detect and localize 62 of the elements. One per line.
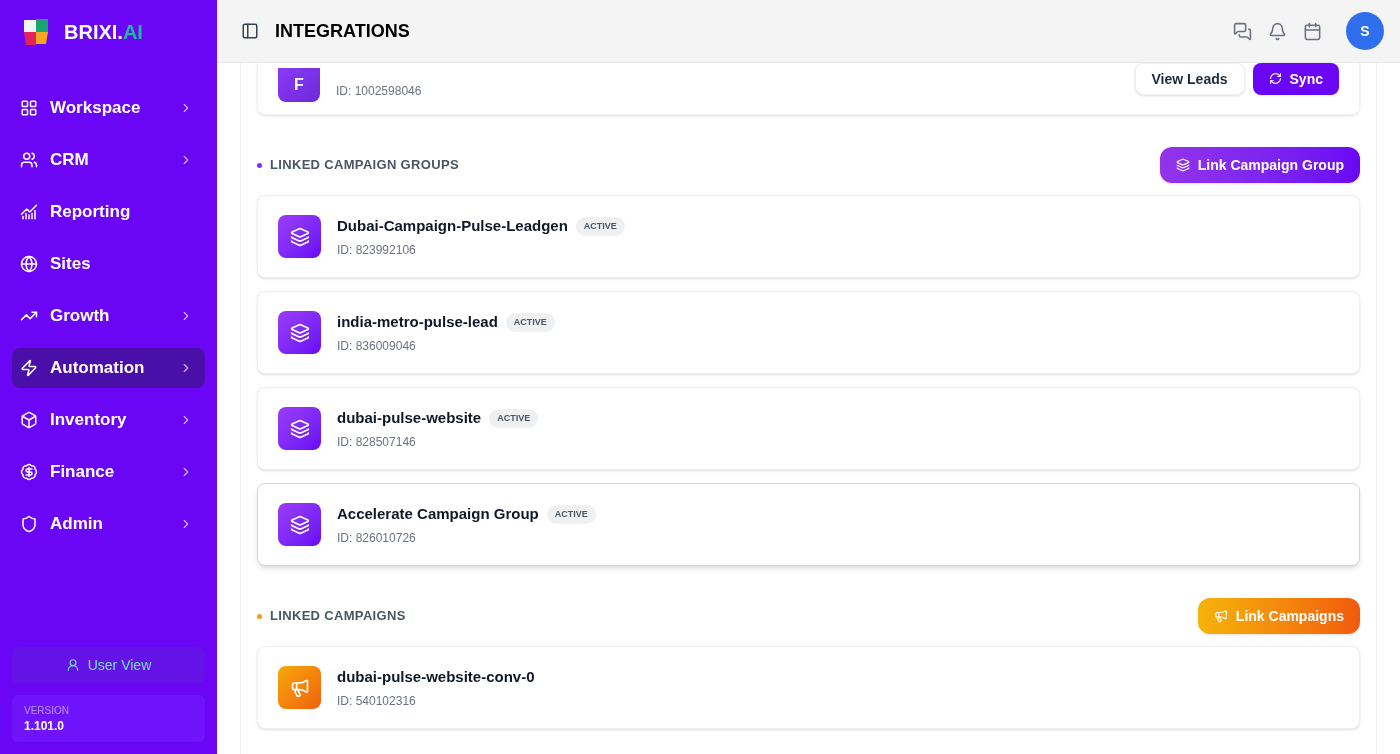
dollar-icon xyxy=(20,463,38,481)
version-label: VERSION xyxy=(24,704,70,718)
campaign-id: ID: 540102316 xyxy=(337,692,417,709)
layers-badge-icon xyxy=(278,311,321,354)
globe-icon xyxy=(20,255,38,273)
page-title: INTEGRATIONS xyxy=(275,20,411,43)
users-icon xyxy=(20,151,38,169)
layers-icon xyxy=(1175,158,1190,172)
sidebar-item[interactable]: Automation xyxy=(12,348,205,388)
section-title: LINKED CAMPAIGN GROUPS xyxy=(270,156,460,175)
link-button[interactable]: Link Campaign Group xyxy=(1159,147,1360,183)
megaphone-icon xyxy=(1213,609,1228,623)
section-title: LINKED CAMPAIGNS xyxy=(270,607,407,626)
chat-icon[interactable] xyxy=(1233,21,1252,41)
sync-button[interactable]: Sync xyxy=(1252,63,1339,95)
sidebar-item[interactable]: Workspace xyxy=(12,88,205,128)
campaign-card[interactable]: Dubai-Campaign-Pulse-Leadgen ACTIVE ID: 823992106 xyxy=(257,195,1360,278)
sidebar-item[interactable]: CRM xyxy=(12,140,205,180)
megaphone-badge-icon xyxy=(278,666,321,709)
sidebar-item[interactable]: Inventory xyxy=(12,400,205,440)
layers-badge-icon xyxy=(278,215,321,258)
campaign-id: ID: 823992106 xyxy=(337,241,417,258)
sidebar-item[interactable]: Sites xyxy=(12,244,205,284)
campaign-name: Dubai-Campaign-Pulse-Leadgen xyxy=(337,216,568,237)
campaign-id: ID: 826010726 xyxy=(337,529,417,546)
form-id: ID: 1002598046 xyxy=(336,82,422,99)
box-icon xyxy=(20,411,38,429)
campaign-card[interactable]: dubai-pulse-website ACTIVE ID: 828507146 xyxy=(257,387,1360,470)
brand-name: BRIXI.AI xyxy=(64,20,143,45)
notification-icon[interactable] xyxy=(1268,21,1287,41)
lightning-icon xyxy=(20,359,38,377)
sidebar-item[interactable]: Finance xyxy=(12,452,205,492)
sidebar-toggle-icon[interactable] xyxy=(241,22,259,40)
avatar[interactable]: S xyxy=(1346,12,1384,50)
campaign-id: ID: 836009046 xyxy=(337,337,417,354)
campaign-card[interactable]: dubai-pulse-website-conv-0 ID: 540102316 xyxy=(257,646,1360,729)
user-view-button[interactable]: User View xyxy=(12,647,205,683)
calendar-icon[interactable] xyxy=(1303,21,1322,41)
campaign-name: dubai-pulse-website-conv-0 xyxy=(337,667,535,688)
form-letter-icon: F xyxy=(278,67,320,102)
status-badge: ACTIVE xyxy=(505,312,555,333)
campaign-id: ID: 828507146 xyxy=(337,433,417,450)
shield-icon xyxy=(20,515,38,533)
status-badge: ACTIVE xyxy=(546,504,596,525)
refresh-icon xyxy=(1268,72,1282,85)
campaign-name: dubai-pulse-website xyxy=(337,408,482,429)
grid-icon xyxy=(20,99,38,117)
status-badge: ACTIVE xyxy=(575,216,625,237)
campaign-card[interactable]: india-metro-pulse-lead ACTIVE ID: 836009046 xyxy=(257,291,1360,374)
sidebar-item[interactable]: Growth xyxy=(12,296,205,336)
campaign-name: india-metro-pulse-lead xyxy=(337,312,498,333)
chart-icon xyxy=(20,203,38,221)
version-number: 1.101.0 xyxy=(24,718,66,734)
campaign-name: Accelerate Campaign Group xyxy=(337,504,539,525)
user-icon xyxy=(65,658,80,672)
sidebar-item[interactable]: Admin xyxy=(12,504,205,544)
layers-badge-icon xyxy=(278,407,321,450)
campaign-card[interactable]: Accelerate Campaign Group ACTIVE ID: 826010726 xyxy=(257,483,1360,566)
status-badge: ACTIVE xyxy=(489,408,539,429)
view-leads-button[interactable]: View Leads xyxy=(1134,63,1245,95)
layers-badge-icon xyxy=(278,503,321,546)
sidebar-item[interactable]: Reporting xyxy=(12,192,205,232)
